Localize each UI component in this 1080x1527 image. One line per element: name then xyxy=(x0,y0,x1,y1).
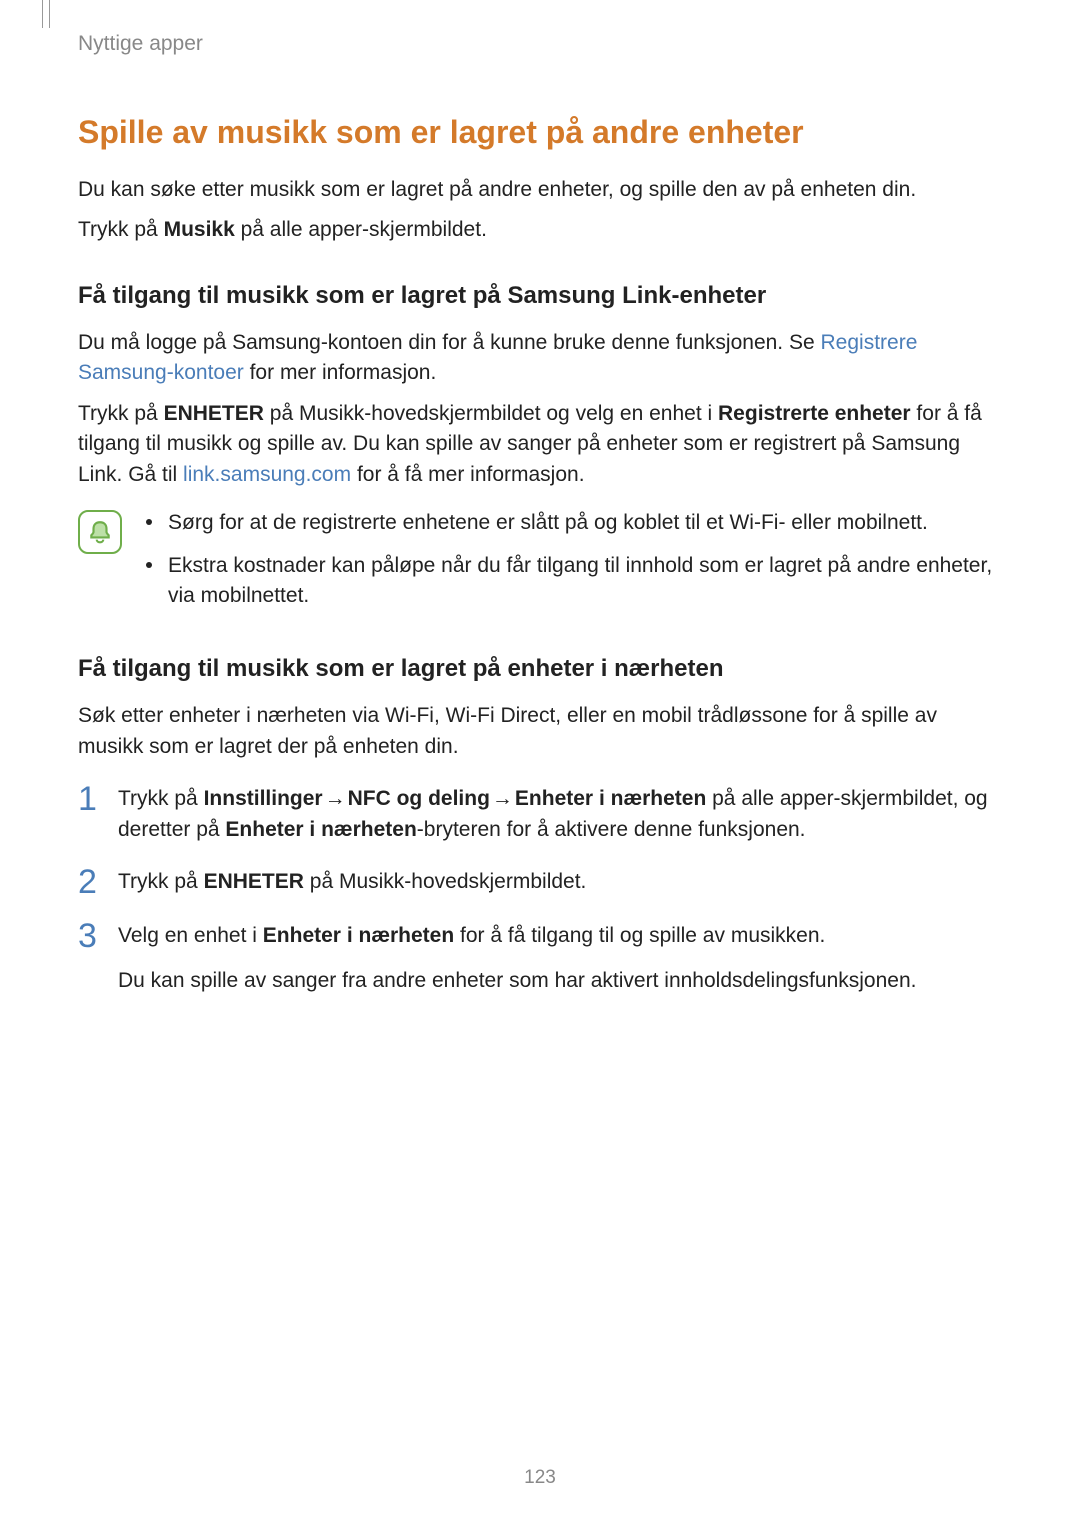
page-corner-mark xyxy=(42,0,50,28)
step-body: Trykk på Innstillinger→NFC og deling→Enh… xyxy=(118,784,1002,845)
step-number: 2 xyxy=(78,865,118,899)
section-heading-samsung-link: Få tilgang til musikk som er lagret på S… xyxy=(78,282,1002,310)
text: på Musikk-hovedskjermbildet og velg en e… xyxy=(264,402,718,425)
bullet-item: Sørg for at de registrerte enhetene er s… xyxy=(146,508,1002,538)
page-number: 123 xyxy=(0,1467,1080,1489)
text: -bryteren for å aktivere denne funksjone… xyxy=(417,818,806,841)
label-innstillinger: Innstillinger xyxy=(204,787,323,810)
note-icon xyxy=(78,510,122,554)
intro-paragraph-2: Trykk på Musikk på alle apper-skjermbild… xyxy=(78,215,1002,245)
section1-paragraph-1: Du må logge på Samsung-kontoen din for å… xyxy=(78,328,1002,389)
page-content: Nyttige apper Spille av musikk som er la… xyxy=(0,0,1080,996)
step-3: 3 Velg en enhet i Enheter i nærheten for… xyxy=(78,921,1002,996)
text: Trykk på xyxy=(78,402,164,425)
section1-paragraph-2: Trykk på ENHETER på Musikk-hovedskjermbi… xyxy=(78,399,1002,490)
arrow-icon: → xyxy=(490,787,515,810)
note-list: Sørg for at de registrerte enhetene er s… xyxy=(146,508,1002,623)
bullet-text-2: Ekstra kostnader kan påløpe når du får t… xyxy=(168,551,1002,612)
bullet-item: Ekstra kostnader kan påløpe når du får t… xyxy=(146,551,1002,612)
label-enheter-i-naerheten: Enheter i nærheten xyxy=(263,924,454,947)
text: på alle apper-skjermbildet. xyxy=(235,218,487,241)
label-enheter-i-naerheten-toggle: Enheter i nærheten xyxy=(225,818,416,841)
label-registrerte-enheter: Registrerte enheter xyxy=(718,402,911,425)
text: på Musikk-hovedskjermbildet. xyxy=(304,870,586,893)
text: Trykk på xyxy=(78,218,164,241)
label-enheter: ENHETER xyxy=(164,402,264,425)
arrow-icon: → xyxy=(323,787,348,810)
text: for mer informasjon. xyxy=(244,361,437,384)
label-enheter: ENHETER xyxy=(204,870,304,893)
app-name-musikk: Musikk xyxy=(164,218,235,241)
text: Trykk på xyxy=(118,870,204,893)
text: Velg en enhet i xyxy=(118,924,263,947)
intro-paragraph-1: Du kan søke etter musikk som er lagret p… xyxy=(78,175,1002,205)
step-1: 1 Trykk på Innstillinger→NFC og deling→E… xyxy=(78,784,1002,845)
text: Trykk på xyxy=(118,787,204,810)
step-2: 2 Trykk på ENHETER på Musikk-hovedskjerm… xyxy=(78,867,1002,899)
label-nfc-og-deling: NFC og deling xyxy=(348,787,490,810)
bullet-icon xyxy=(146,562,152,568)
link-samsung-com[interactable]: link.samsung.com xyxy=(183,463,351,486)
bullet-text-1: Sørg for at de registrerte enhetene er s… xyxy=(168,508,928,538)
text: Du må logge på Samsung-kontoen din for å… xyxy=(78,331,821,354)
step-number: 1 xyxy=(78,782,118,816)
section2-paragraph-1: Søk etter enheter i nærheten via Wi-Fi, … xyxy=(78,701,1002,762)
text: for å få tilgang til og spille av musikk… xyxy=(454,924,825,947)
step-body: Trykk på ENHETER på Musikk-hovedskjermbi… xyxy=(118,867,1002,897)
step-3-subtext: Du kan spille av sanger fra andre enhete… xyxy=(118,966,1002,996)
note-box: Sørg for at de registrerte enhetene er s… xyxy=(78,508,1002,623)
bullet-icon xyxy=(146,519,152,525)
label-enheter-i-naerheten: Enheter i nærheten xyxy=(515,787,706,810)
section-heading-enheter-naerheten: Få tilgang til musikk som er lagret på e… xyxy=(78,655,1002,683)
page-title: Spille av musikk som er lagret på andre … xyxy=(78,114,1002,151)
text: for å få mer informasjon. xyxy=(351,463,584,486)
step-number: 3 xyxy=(78,919,118,953)
step-body: Velg en enhet i Enheter i nærheten for å… xyxy=(118,921,1002,996)
breadcrumb: Nyttige apper xyxy=(78,32,1002,56)
